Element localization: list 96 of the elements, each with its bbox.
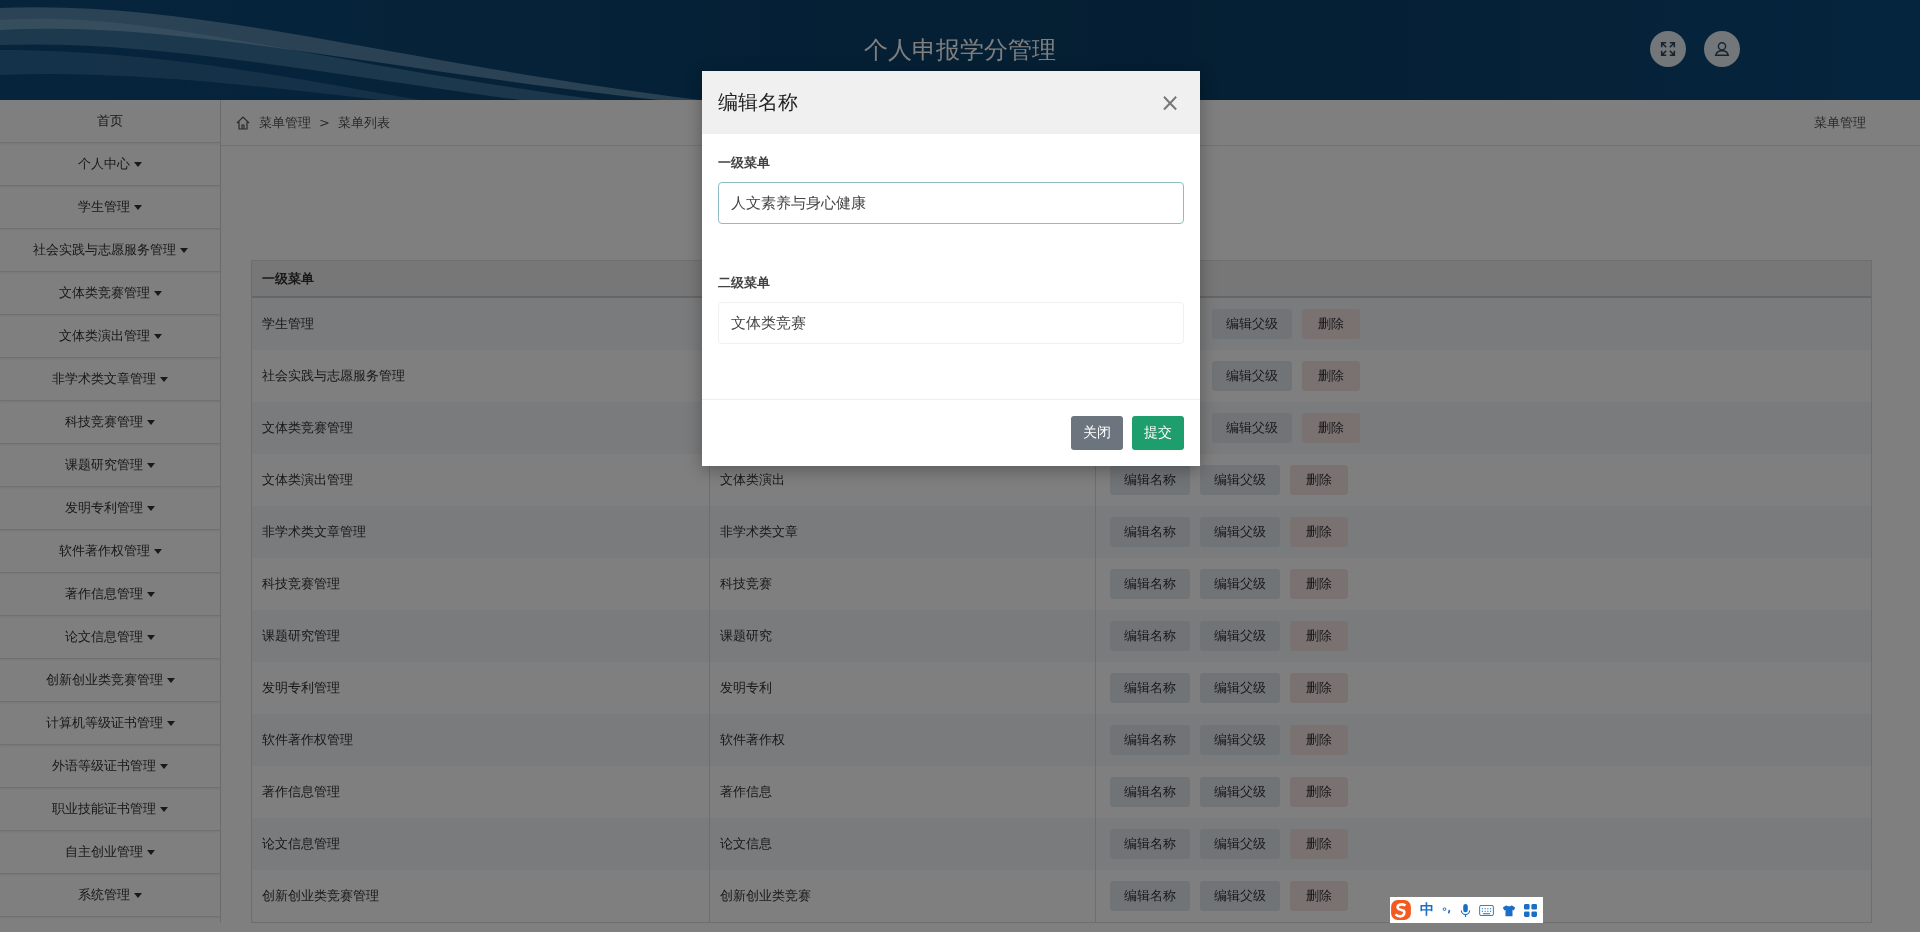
sidebar-item[interactable]: 非学术类文章管理 xyxy=(0,358,220,401)
breadcrumb-link[interactable]: 菜单管理 xyxy=(259,113,311,132)
sidebar-item[interactable]: 科技竞赛管理 xyxy=(0,401,220,444)
sidebar-item[interactable]: 外语等级证书管理 xyxy=(0,745,220,788)
sidebar-item[interactable]: 论文信息管理 xyxy=(0,616,220,659)
table-cell: 科技竞赛管理 xyxy=(262,576,340,591)
action-button[interactable]: 编辑父级 xyxy=(1200,829,1280,859)
action-button[interactable]: 删除 xyxy=(1302,361,1360,391)
action-button[interactable]: 删除 xyxy=(1290,569,1348,599)
table-cell: 文体类演出 xyxy=(720,471,785,489)
field-label: 二级菜单 xyxy=(718,274,771,292)
table-cell: 非学术类文章 xyxy=(720,523,798,541)
action-button[interactable]: 删除 xyxy=(1302,413,1360,443)
action-button[interactable]: 编辑父级 xyxy=(1212,361,1292,391)
fullscreen-icon[interactable] xyxy=(1650,31,1686,67)
close-button[interactable]: × xyxy=(1155,88,1184,117)
action-button[interactable]: 编辑父级 xyxy=(1200,881,1280,911)
table-cell: 发明专利 xyxy=(720,679,772,697)
column-header: 一级菜单 xyxy=(261,269,315,288)
action-button[interactable]: 编辑名称 xyxy=(1110,517,1190,547)
sidebar-item[interactable]: 系统管理 xyxy=(0,874,220,917)
action-button[interactable]: 编辑名称 xyxy=(1110,569,1190,599)
action-button[interactable]: 删除 xyxy=(1302,309,1360,339)
table-cell: 非学术类文章管理 xyxy=(262,524,366,539)
dialog-button[interactable]: 提交 xyxy=(1132,416,1184,450)
table-cell: 创新创业类竞赛管理 xyxy=(262,888,379,903)
table-cell: 论文信息管理 xyxy=(262,836,340,851)
action-button[interactable]: 编辑名称 xyxy=(1110,829,1190,859)
action-button[interactable]: 编辑名称 xyxy=(1110,777,1190,807)
action-button[interactable]: 编辑名称 xyxy=(1110,673,1190,703)
table-cell: 发明专利管理 xyxy=(262,680,340,695)
microphone-icon[interactable] xyxy=(1460,902,1471,918)
action-button[interactable]: 删除 xyxy=(1290,673,1348,703)
action-button[interactable]: 编辑名称 xyxy=(1110,881,1190,911)
sidebar-item[interactable]: 学生管理 xyxy=(0,186,220,229)
action-button[interactable]: 编辑名称 xyxy=(1110,621,1190,651)
user-icon[interactable] xyxy=(1704,31,1740,67)
app-title: 个人申报学分管理 xyxy=(864,35,1056,66)
action-button[interactable]: 编辑父级 xyxy=(1200,777,1280,807)
sidebar-item[interactable]: 著作信息管理 xyxy=(0,573,220,616)
grid-icon[interactable] xyxy=(1524,903,1537,917)
table-cell: 论文信息 xyxy=(720,835,772,853)
action-button[interactable]: 编辑父级 xyxy=(1200,725,1280,755)
sidebar-item[interactable]: 计算机等级证书管理 xyxy=(0,702,220,745)
action-button[interactable]: 删除 xyxy=(1290,777,1348,807)
dialog-button[interactable]: 关闭 xyxy=(1071,416,1123,450)
action-button[interactable]: 编辑父级 xyxy=(1200,673,1280,703)
table-cell: 科技竞赛 xyxy=(720,575,772,593)
action-button[interactable]: 删除 xyxy=(1290,621,1348,651)
action-button[interactable]: 编辑父级 xyxy=(1200,517,1280,547)
action-button[interactable]: 编辑父级 xyxy=(1212,309,1292,339)
input-field[interactable]: 文体类竞赛 xyxy=(718,302,1184,344)
table-cell: 著作信息管理 xyxy=(262,784,340,799)
sidebar-item[interactable]: 软件著作权管理 xyxy=(0,530,220,573)
home-icon xyxy=(235,114,251,131)
ime-logo-icon[interactable] xyxy=(1390,899,1412,921)
sidebar-item[interactable]: 自主创业管理 xyxy=(0,831,220,874)
table-cell: 社会实践与志愿服务管理 xyxy=(262,368,405,383)
keyboard-icon[interactable] xyxy=(1479,904,1494,916)
action-button[interactable]: 编辑父级 xyxy=(1200,569,1280,599)
input-field[interactable]: 人文素养与身心健康 xyxy=(718,182,1184,224)
action-button[interactable]: 编辑父级 xyxy=(1200,465,1280,495)
table-cell: 软件著作权 xyxy=(720,731,785,749)
action-button[interactable]: 编辑父级 xyxy=(1212,413,1292,443)
sidebar-item[interactable]: 文体类竞赛管理 xyxy=(0,272,220,315)
action-button[interactable]: 删除 xyxy=(1290,465,1348,495)
action-button[interactable]: 删除 xyxy=(1290,725,1348,755)
table-cell: 课题研究管理 xyxy=(262,628,340,643)
shirt-icon[interactable] xyxy=(1502,903,1516,917)
action-button[interactable]: 删除 xyxy=(1290,881,1348,911)
dialog-title: 编辑名称 xyxy=(718,89,798,116)
sidebar-item[interactable]: 职业技能证书管理 xyxy=(0,788,220,831)
page-label: 菜单管理 xyxy=(1814,113,1866,132)
action-button[interactable]: 删除 xyxy=(1290,517,1348,547)
sidebar-item[interactable]: 发明专利管理 xyxy=(0,487,220,530)
sidebar-item[interactable]: 课题研究管理 xyxy=(0,444,220,487)
breadcrumb-separator: > xyxy=(319,115,330,130)
table-cell: 学生管理 xyxy=(262,316,314,331)
sidebar-item[interactable]: 首页 xyxy=(0,100,220,143)
sidebar-item[interactable]: 文体类演出管理 xyxy=(0,315,220,358)
breadcrumb-link[interactable]: 菜单列表 xyxy=(337,113,390,132)
action-button[interactable]: 删除 xyxy=(1290,829,1348,859)
action-button[interactable]: 编辑名称 xyxy=(1110,725,1190,755)
sidebar-item[interactable]: 社会实践与志愿服务管理 xyxy=(0,229,220,272)
action-button[interactable]: 编辑名称 xyxy=(1110,465,1190,495)
field-label: 一级菜单 xyxy=(718,154,771,172)
table-cell: 著作信息 xyxy=(720,783,772,801)
ime-mode[interactable]: 中 xyxy=(1420,901,1434,919)
sidebar-item[interactable]: 创新创业类竞赛管理 xyxy=(0,659,220,702)
table-cell: 课题研究 xyxy=(720,627,772,645)
table-cell: 创新创业类竞赛 xyxy=(720,887,811,905)
table-cell: 文体类演出管理 xyxy=(262,472,353,487)
table-cell: 文体类竞赛管理 xyxy=(262,420,353,435)
action-button[interactable]: 编辑父级 xyxy=(1200,621,1280,651)
sidebar-item[interactable]: 个人中心 xyxy=(0,143,220,186)
table-cell: 软件著作权管理 xyxy=(262,732,353,747)
